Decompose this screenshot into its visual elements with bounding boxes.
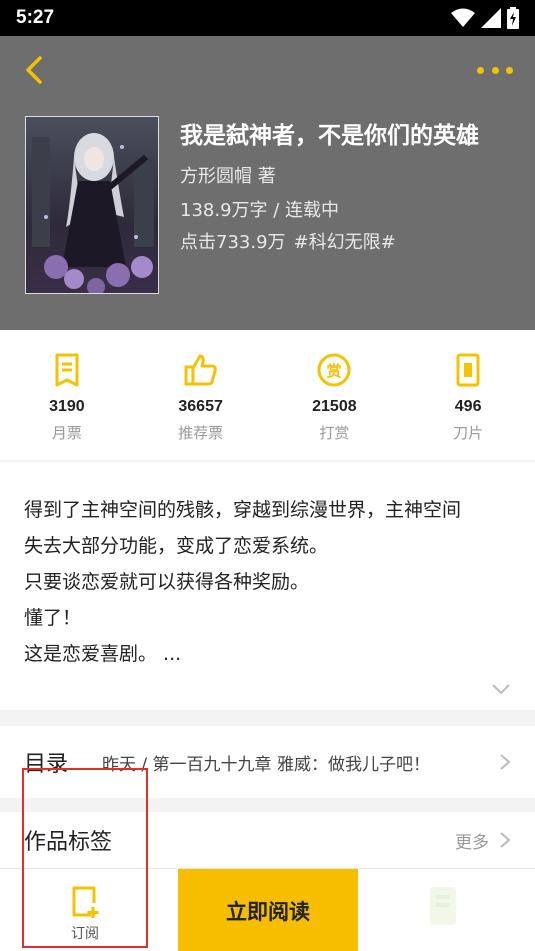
- signal-icon: [481, 8, 501, 28]
- chevron-down-icon[interactable]: [491, 682, 511, 696]
- stat-label: 打赏: [319, 424, 350, 442]
- monthly-ticket-icon: [55, 353, 79, 387]
- stat-recommend[interactable]: 36657 推荐票: [134, 330, 268, 460]
- bottom-action-bar: 订阅 立即阅读: [0, 868, 535, 951]
- stat-label: 刀片: [453, 424, 484, 442]
- catalog-row[interactable]: 目录 昨天 / 第一百九十九章 雅威：做我儿子吧！: [0, 726, 535, 798]
- description-line: 懂了！: [24, 607, 82, 629]
- system-icons: [451, 7, 519, 29]
- stat-label: 月票: [51, 424, 82, 442]
- stat-value: 3190: [49, 398, 85, 415]
- add-to-shelf-icon: [72, 886, 99, 918]
- description-line: 得到了主神空间的残骸，穿越到综漫世界，主神空间: [24, 499, 462, 521]
- tags-title: 作品标签: [24, 830, 113, 855]
- more-options-button[interactable]: [477, 64, 513, 76]
- tags-more-button[interactable]: 更多: [455, 828, 511, 853]
- svg-text:赏: 赏: [327, 362, 342, 380]
- chevron-left-icon: [26, 56, 42, 84]
- book-clicks-category: 点击733.9万 #科幻无限#: [180, 228, 396, 254]
- stat-value: 496: [454, 398, 482, 415]
- book-category[interactable]: #科幻无限#: [294, 232, 396, 253]
- description-line: 这是恋爱喜剧。 ...: [24, 643, 182, 665]
- chevron-right-icon: [500, 754, 511, 770]
- more-dot-icon: [491, 66, 499, 74]
- stat-reward[interactable]: 赏 21508 打赏: [268, 330, 402, 460]
- blade-ticket-icon: [456, 353, 480, 387]
- stat-value: 21508: [312, 398, 357, 415]
- stat-label: 推荐票: [178, 424, 224, 442]
- subscribe-button[interactable]: 订阅: [22, 885, 148, 949]
- battery-icon: [507, 7, 519, 29]
- more-dot-icon: [506, 66, 513, 74]
- faded-icon: [430, 887, 456, 925]
- stats-row: 3190 月票 36657 推荐票 赏 21508 打赏 496 刀片: [0, 330, 535, 460]
- stat-monthly-ticket[interactable]: 3190 月票: [0, 330, 134, 460]
- latest-chapter: 昨天 / 第一百九十九章 雅威：做我儿子吧！: [102, 754, 430, 775]
- more-dot-icon: [477, 66, 484, 74]
- book-header: 我是弑神者，不是你们的英雄 方形圆帽 著 138.9万字 / 连载中 点击733…: [0, 36, 535, 330]
- book-word-count-status: 138.9万字 / 连载中: [180, 200, 340, 221]
- read-now-button[interactable]: 立即阅读: [178, 869, 358, 951]
- catalog-title: 目录: [24, 752, 69, 777]
- wifi-icon: [451, 8, 475, 27]
- book-description[interactable]: 得到了主神空间的残骸，穿越到综漫世界，主神空间 失去大部分功能，变成了恋爱系统。…: [0, 462, 535, 710]
- book-cover[interactable]: [25, 116, 159, 294]
- thumbs-up-icon: [184, 354, 217, 386]
- chevron-right-icon: [500, 832, 511, 848]
- cover-illustration: [26, 117, 158, 293]
- reward-coin-icon: 赏: [317, 353, 351, 387]
- tags-section: 作品标签 更多: [0, 812, 535, 868]
- stat-value: 36657: [178, 398, 223, 415]
- status-time: 5:27: [16, 7, 55, 28]
- book-author[interactable]: 方形圆帽 著: [180, 162, 276, 188]
- tags-more-label: 更多: [455, 832, 489, 853]
- status-bar: 5:27: [0, 0, 535, 36]
- description-line: 只要谈恋爱就可以获得各种奖励。: [24, 571, 310, 593]
- back-button[interactable]: [20, 54, 48, 86]
- book-title: 我是弑神者，不是你们的英雄: [180, 123, 479, 149]
- subscribe-label: 订阅: [71, 926, 99, 942]
- book-clicks: 点击733.9万: [180, 232, 286, 253]
- stat-blade[interactable]: 496 刀片: [401, 330, 535, 460]
- description-line: 失去大部分功能，变成了恋爱系统。: [24, 535, 329, 557]
